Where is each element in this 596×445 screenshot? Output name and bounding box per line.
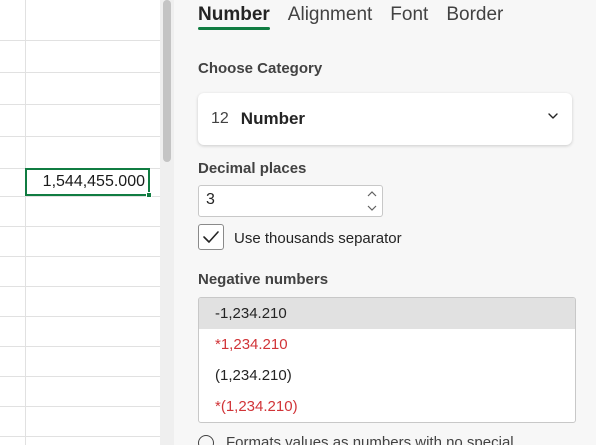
decrement-icon[interactable] (366, 202, 378, 214)
format-description-text: Formats values as numbers with no specia… (226, 434, 514, 445)
negative-format-option[interactable]: *(1,234.210) (199, 391, 575, 422)
row-divider (0, 286, 160, 287)
row-divider (0, 72, 160, 73)
number-format-icon: 12 (211, 110, 229, 127)
row-divider (0, 346, 160, 347)
active-cell[interactable]: 1,544,455.000 (25, 168, 152, 198)
negative-format-option[interactable]: -1,234.210 (199, 298, 575, 329)
format-tabs: Number Alignment Font Border (198, 2, 503, 30)
tab-number[interactable]: Number (198, 2, 270, 30)
category-value: Number (240, 109, 306, 128)
thousands-separator-label: Use thousands separator (234, 230, 402, 247)
scrollbar-thumb[interactable] (163, 0, 171, 162)
row-divider (0, 226, 160, 227)
fill-handle[interactable] (146, 192, 152, 198)
tab-font[interactable]: Font (390, 2, 428, 28)
row-divider (0, 136, 160, 137)
column-divider (25, 0, 26, 445)
row-divider (0, 104, 160, 105)
decimal-places-input[interactable]: 3 (198, 185, 383, 217)
info-icon (198, 434, 214, 445)
format-cells-panel: Number Alignment Font Border Choose Cate… (174, 0, 596, 445)
row-divider (0, 40, 160, 41)
row-divider (0, 316, 160, 317)
negative-numbers-label: Negative numbers (198, 271, 329, 288)
row-divider (0, 376, 160, 377)
category-label: Choose Category (198, 60, 323, 77)
cell-value: 1,544,455.000 (42, 173, 145, 190)
negative-numbers-list[interactable]: -1,234.210 *1,234.210 (1,234.210) *(1,23… (198, 297, 576, 423)
row-divider (0, 436, 160, 437)
tab-alignment[interactable]: Alignment (288, 2, 373, 28)
row-divider (0, 196, 160, 197)
category-dropdown[interactable]: 12 Number (198, 93, 572, 145)
row-divider (0, 256, 160, 257)
increment-icon[interactable] (366, 188, 378, 200)
chevron-down-icon (548, 113, 558, 119)
format-description: Formats values as numbers with no specia… (198, 434, 514, 445)
spreadsheet-grid[interactable]: 1,544,455.000 (0, 0, 160, 445)
decimal-places-value: 3 (206, 191, 215, 208)
tab-border[interactable]: Border (446, 2, 503, 28)
row-divider (0, 406, 160, 407)
thousands-separator-checkbox[interactable] (198, 224, 224, 250)
negative-format-option[interactable]: *1,234.210 (199, 329, 575, 360)
negative-format-option[interactable]: (1,234.210) (199, 360, 575, 391)
vertical-scrollbar[interactable] (160, 0, 174, 445)
decimal-places-label: Decimal places (198, 160, 307, 177)
checkmark-icon (203, 231, 219, 243)
